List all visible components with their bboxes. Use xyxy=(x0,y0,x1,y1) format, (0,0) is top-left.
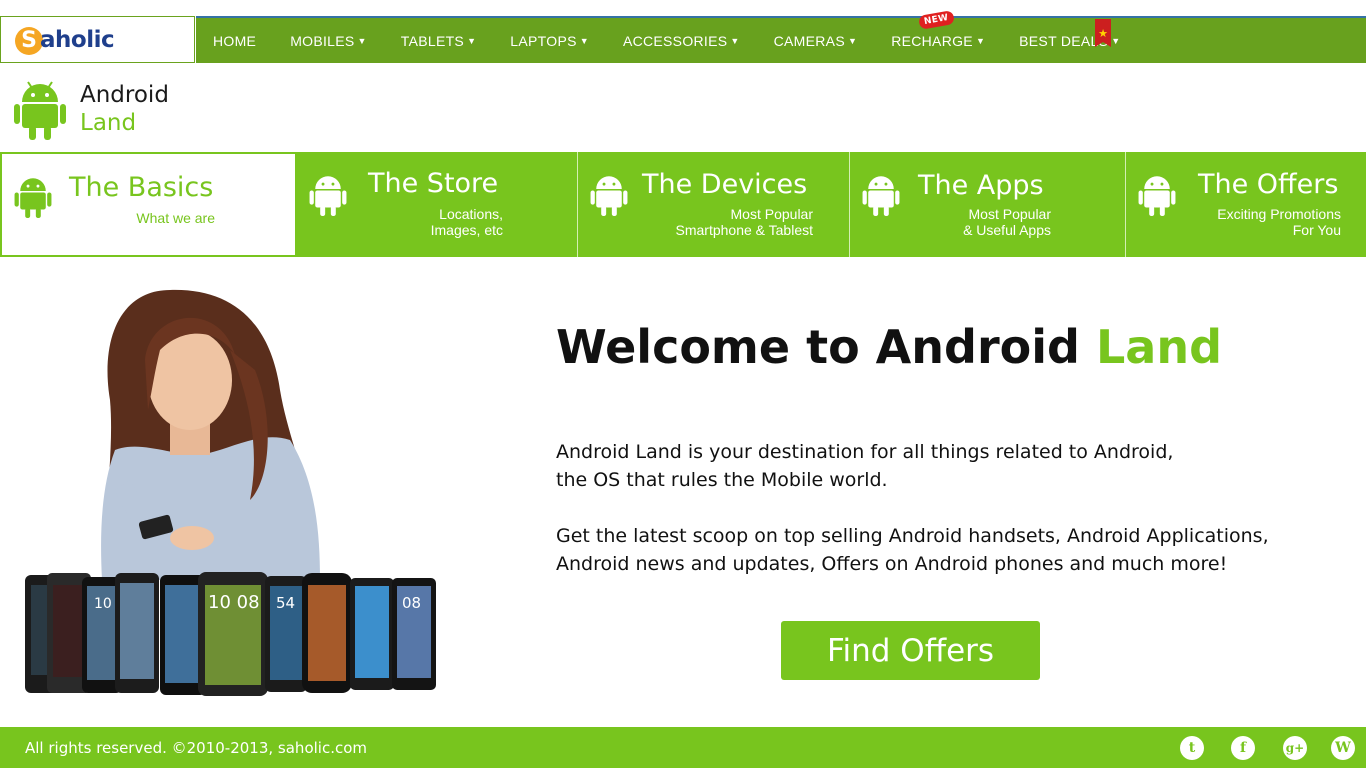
new-badge: NEW xyxy=(918,10,955,30)
copyright-text: All rights reserved. ©2010-2013, saholic… xyxy=(25,739,368,757)
chevron-down-icon: ▼ xyxy=(579,35,589,46)
footer: All rights reserved. ©2010-2013, saholic… xyxy=(0,727,1366,768)
logo-text: aholic xyxy=(40,26,115,53)
intro-line: Android Land is your destination for all… xyxy=(556,441,1174,463)
welcome-text: Welcome to Android xyxy=(556,320,1096,374)
brand-line-2: Land xyxy=(80,110,137,136)
google-plus-icon[interactable]: g+ xyxy=(1283,736,1307,760)
chevron-down-icon: ▼ xyxy=(467,35,477,46)
nav-best-deals[interactable]: BEST DEALS ▼ xyxy=(1002,18,1137,63)
android-robot-icon xyxy=(14,178,52,218)
chevron-down-icon: ▼ xyxy=(1111,35,1121,46)
phone-clock: 10 xyxy=(94,596,112,612)
tab-subtitle-line: Exciting Promotions xyxy=(1217,206,1341,222)
top-bar: S aholic HOME MOBILES ▼ TABLETS ▼ LAPTOPS ▼… xyxy=(0,10,1366,63)
nav-tablets[interactable]: TABLETS ▼ xyxy=(384,18,494,63)
twitter-icon[interactable]: t xyxy=(1180,736,1204,760)
tab-title: The Store xyxy=(368,168,499,199)
chevron-down-icon: ▼ xyxy=(847,35,858,46)
tab-subtitle: Most Popular & Useful Apps xyxy=(963,206,1051,238)
tab-subtitle-line: What we are xyxy=(136,210,215,226)
nav-tablets-label: TABLETS xyxy=(400,32,465,49)
woman-with-phones-illustration: 10 10 08 54 08 xyxy=(25,289,436,696)
nav-laptops-label: LAPTOPS xyxy=(510,32,577,49)
chevron-down-icon: ▼ xyxy=(730,35,740,46)
nav-recharge[interactable]: NEW RECHARGE ▼ xyxy=(874,10,1002,63)
main-nav: HOME MOBILES ▼ TABLETS ▼ LAPTOPS ▼ ACCESSOR… xyxy=(196,10,1366,63)
android-robot-icon xyxy=(590,176,628,216)
facebook-icon[interactable]: f xyxy=(1231,736,1255,760)
nav-recharge-label: RECHARGE xyxy=(891,32,973,49)
intro-paragraph: Android Land is your destination for all… xyxy=(556,438,1173,494)
nav-laptops[interactable]: LAPTOPS ▼ xyxy=(493,18,606,63)
nav-mobiles[interactable]: MOBILES ▼ xyxy=(273,18,384,63)
nav-mobiles-label: MOBILES xyxy=(290,32,355,49)
section-tabs: The Basics What we are The Store Locatio… xyxy=(0,152,1366,257)
nav-cameras[interactable]: CAMERAS ▼ xyxy=(757,18,875,63)
logo-mark: S xyxy=(15,26,43,55)
nav-accessories-label: ACCESSORIES xyxy=(622,32,728,49)
chevron-down-icon: ▼ xyxy=(357,35,367,46)
tab-title: The Devices xyxy=(642,169,808,200)
intro-line: the OS that rules the Mobile world. xyxy=(556,469,888,491)
brand-title: Android Land xyxy=(80,81,169,137)
tab-the-devices[interactable]: The Devices Most Popular Smartphone & Tab… xyxy=(578,152,849,257)
details-line: Android news and updates, Offers on Andr… xyxy=(556,553,1228,575)
brand-line-1: Android xyxy=(80,82,169,108)
android-land-brand: Android Land xyxy=(14,78,169,140)
tab-subtitle-line: Most Popular xyxy=(730,206,813,222)
android-robot-icon xyxy=(309,176,347,216)
phone-clock: 10 08 xyxy=(208,592,260,613)
tab-subtitle: Exciting Promotions For You xyxy=(1217,206,1341,238)
tab-subtitle-line: Smartphone & Tablest xyxy=(675,222,814,238)
nav-home[interactable]: HOME xyxy=(196,18,273,63)
tab-title: The Apps xyxy=(918,170,1044,201)
tab-subtitle-line: Locations, xyxy=(439,206,503,222)
tab-subtitle-line: For You xyxy=(1292,222,1341,238)
chevron-down-icon: ▼ xyxy=(975,35,986,46)
android-robot-icon xyxy=(1138,176,1176,216)
find-offers-button[interactable]: Find Offers xyxy=(781,621,1040,680)
tab-subtitle: What we are xyxy=(136,210,215,226)
tab-subtitle: Most Popular Smartphone & Tablest xyxy=(676,206,814,238)
details-paragraph: Get the latest scoop on top selling Andr… xyxy=(556,522,1269,578)
hero-image: 10 10 08 54 08 xyxy=(20,280,440,700)
tab-title: The Offers xyxy=(1198,169,1339,200)
tab-subtitle: Locations, Images, etc xyxy=(431,206,503,238)
nav-home-label: HOME xyxy=(213,32,257,49)
tab-the-store[interactable]: The Store Locations, Images, etc xyxy=(297,152,577,257)
welcome-highlight: Land xyxy=(1095,320,1222,374)
tab-the-basics[interactable]: The Basics What we are xyxy=(0,152,297,257)
wikipedia-icon[interactable]: W xyxy=(1331,736,1355,760)
android-robot-icon xyxy=(14,81,66,140)
tab-subtitle-line: & Useful Apps xyxy=(963,222,1051,238)
saholic-logo[interactable]: S aholic xyxy=(0,16,195,63)
tab-the-apps[interactable]: The Apps Most Popular & Useful Apps xyxy=(850,152,1125,257)
nav-best-deals-label: BEST DEALS xyxy=(1019,32,1109,49)
tab-the-offers[interactable]: The Offers Exciting Promotions For You xyxy=(1126,152,1366,257)
nav-cameras-label: CAMERAS xyxy=(773,32,845,49)
welcome-heading: Welcome to Android Land xyxy=(556,320,1222,374)
details-line: Get the latest scoop on top selling Andr… xyxy=(556,525,1269,547)
nav-accessories[interactable]: ACCESSORIES ▼ xyxy=(606,18,757,63)
phone-clock: 54 xyxy=(276,594,295,612)
tab-subtitle-line: Most Popular xyxy=(968,206,1051,222)
android-robot-icon xyxy=(862,176,900,216)
tab-subtitle-line: Images, etc xyxy=(430,222,503,238)
tab-title: The Basics xyxy=(69,172,214,203)
phone-clock: 08 xyxy=(402,594,421,612)
